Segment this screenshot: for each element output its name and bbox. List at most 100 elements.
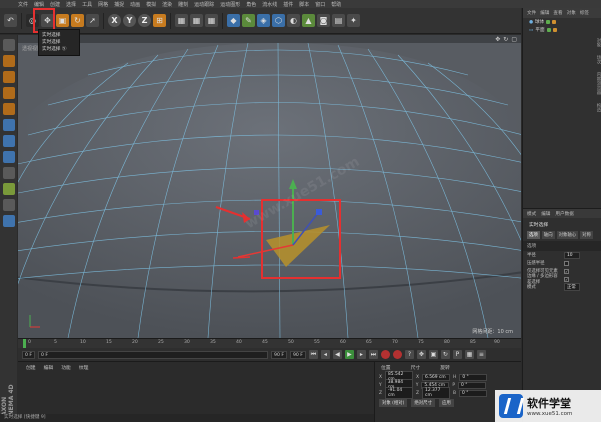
cube-button[interactable]: ◆ — [227, 14, 240, 27]
tab-options[interactable]: 选项 — [527, 231, 540, 239]
visible-only-checkbox[interactable]: ✓ — [564, 268, 569, 274]
rotation-b-field[interactable]: 0 ° — [459, 389, 488, 397]
x-axis-toggle[interactable]: X — [108, 14, 121, 27]
apply-button[interactable]: 应用 — [438, 399, 454, 407]
go-to-end-button[interactable]: ⏭ — [368, 350, 378, 359]
position-z-field[interactable]: -91.04 cm — [385, 387, 414, 399]
size-x-field[interactable]: 6.569 cm — [422, 373, 451, 381]
axis-mode-button[interactable] — [2, 167, 15, 179]
coordinate-mode-select[interactable]: 对象 (相对) — [379, 399, 408, 407]
menu-item-live-selection-2[interactable]: 实时选择 — [42, 39, 76, 46]
pen-button[interactable]: ✎ — [242, 14, 255, 27]
menu-file[interactable]: 文件 — [18, 1, 28, 8]
menu-select[interactable]: 选择 — [66, 1, 76, 8]
mat-menu-function[interactable]: 功能 — [61, 364, 71, 371]
make-editable-button[interactable] — [2, 39, 15, 51]
tolerant-selection-checkbox[interactable]: ✓ — [564, 276, 569, 282]
radius-field[interactable]: 10 — [564, 251, 580, 259]
menu-item-live-selection[interactable]: 实时选择 — [42, 32, 76, 39]
prev-key-button[interactable]: ◂ — [320, 350, 330, 359]
symmetry-button[interactable] — [2, 215, 15, 227]
menu-window[interactable]: 窗口 — [315, 1, 325, 8]
tab-symmetry[interactable]: 对称 — [580, 231, 593, 239]
pressure-radius-checkbox[interactable] — [564, 260, 569, 266]
edges-mode-button[interactable] — [2, 135, 15, 147]
tag-icon[interactable] — [552, 20, 557, 24]
undo-button[interactable]: ↶ — [4, 14, 17, 27]
autokey-button[interactable] — [392, 350, 402, 359]
points-mode-button[interactable] — [2, 119, 15, 131]
om-menu-edit[interactable]: 编辑 — [540, 10, 549, 16]
snap-button[interactable] — [2, 183, 15, 195]
go-to-start-button[interactable]: ⏮ — [308, 350, 318, 359]
3d-viewport[interactable]: ✥ ↻ ▢ 透视视图 www.xue51.com 网格间距：10 cm — [18, 35, 521, 338]
workplane-button[interactable] — [2, 87, 15, 99]
size-mode-select[interactable]: 绝对尺寸 — [411, 399, 435, 407]
om-menu-objects[interactable]: 对象 — [567, 10, 576, 16]
object-row[interactable]: ▭ 平面 — [523, 26, 601, 34]
side-tab-objects[interactable]: 对象 — [593, 38, 601, 47]
rotation-h-field[interactable]: 0 ° — [459, 373, 488, 381]
side-tab-structure[interactable]: 构造 — [593, 103, 601, 112]
visibility-icon[interactable] — [546, 20, 551, 24]
menu-render[interactable]: 渲染 — [162, 1, 172, 8]
preview-end-field[interactable]: 90 F — [289, 350, 306, 359]
menu-snap[interactable]: 捕捉 — [114, 1, 124, 8]
menu-sculpt[interactable]: 雕刻 — [178, 1, 188, 8]
point-key-button[interactable]: ▦ — [464, 350, 474, 359]
om-menu-file[interactable]: 文件 — [527, 10, 536, 16]
timeline-menu-button[interactable]: ≡ — [476, 350, 486, 359]
record-button[interactable] — [380, 350, 390, 359]
end-frame-field[interactable]: 90 F — [271, 350, 287, 359]
timeline-ruler[interactable]: 0 5 10 15 20 25 30 35 40 45 50 55 60 65 … — [18, 338, 521, 349]
menu-pipeline[interactable]: 流水线 — [262, 1, 277, 8]
tag-icon[interactable] — [552, 28, 557, 32]
attr-menu-mode[interactable]: 模式 — [527, 211, 536, 217]
play-button[interactable]: ▶ — [344, 350, 354, 359]
mode-select[interactable]: 正常 — [564, 283, 580, 291]
tab-axis[interactable]: 轴向 — [541, 231, 555, 239]
checker-button[interactable] — [2, 55, 15, 67]
menu-help[interactable]: 帮助 — [331, 1, 341, 8]
keyframe-selection-button[interactable]: ? — [404, 350, 414, 359]
y-axis-toggle[interactable]: Y — [123, 14, 136, 27]
menu-simulate[interactable]: 模拟 — [146, 1, 156, 8]
z-axis-toggle[interactable]: Z — [138, 14, 151, 27]
next-key-button[interactable]: ▸ — [356, 350, 366, 359]
menu-mograph[interactable]: 运动图形 — [220, 1, 240, 8]
recent-tool-button[interactable]: ➚ — [86, 14, 99, 27]
scale-tool-button[interactable]: ▣ — [56, 14, 69, 27]
attr-menu-edit[interactable]: 编辑 — [541, 211, 550, 217]
subdivision-button[interactable]: ◈ — [257, 14, 270, 27]
menu-character[interactable]: 角色 — [246, 1, 256, 8]
param-key-button[interactable]: P — [452, 350, 462, 359]
polygons-mode-button[interactable] — [2, 151, 15, 163]
menu-script[interactable]: 脚本 — [299, 1, 309, 8]
rotate-key-button[interactable]: ↻ — [440, 350, 450, 359]
render-picture-viewer-button[interactable]: ▦ — [190, 14, 203, 27]
om-menu-view[interactable]: 查看 — [553, 10, 562, 16]
menu-motion-tracker[interactable]: 运动跟踪 — [194, 1, 214, 8]
rotation-p-field[interactable]: 0 ° — [458, 381, 487, 389]
menu-create[interactable]: 创建 — [50, 1, 60, 8]
scene-button[interactable]: ▲ — [302, 14, 315, 27]
light-button[interactable]: ✦ — [347, 14, 360, 27]
camera-button[interactable]: ◙ — [317, 14, 330, 27]
array-button[interactable]: ⬡ — [272, 14, 285, 27]
scale-key-button[interactable]: ▣ — [428, 350, 438, 359]
lock-workplane-button[interactable] — [2, 199, 15, 211]
render-settings-button[interactable]: ▦ — [205, 14, 218, 27]
menu-tools[interactable]: 工具 — [82, 1, 92, 8]
model-mode-button[interactable] — [2, 103, 15, 115]
menu-item-live-selection-shortcut[interactable]: 实时选择 Ⓢ — [42, 46, 76, 53]
mat-menu-texture[interactable]: 纹理 — [79, 364, 89, 371]
position-key-button[interactable]: ✥ — [416, 350, 426, 359]
rotate-tool-button[interactable]: ↻ — [71, 14, 84, 27]
menu-mesh[interactable]: 网格 — [98, 1, 108, 8]
start-frame-field[interactable]: 0 F — [22, 350, 36, 359]
mat-menu-create[interactable]: 创建 — [26, 364, 36, 371]
deformer-button[interactable]: ◐ — [287, 14, 300, 27]
mat-menu-edit[interactable]: 编辑 — [44, 364, 54, 371]
render-view-button[interactable]: ▦ — [175, 14, 188, 27]
side-tab-takes[interactable]: 场次 — [593, 55, 601, 64]
